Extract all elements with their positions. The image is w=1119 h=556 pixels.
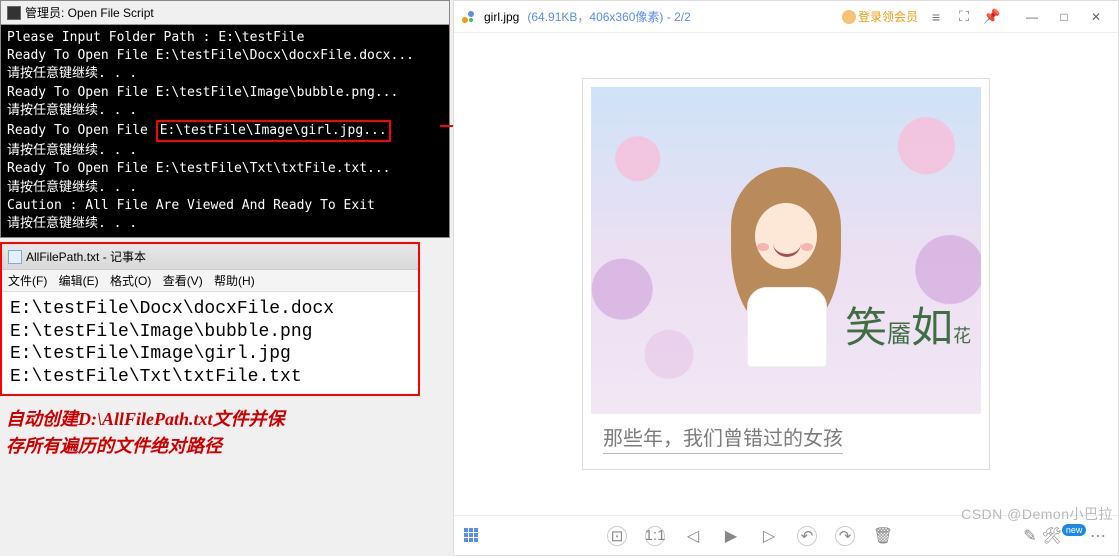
viewer-titlebar: girl.jpg (64.91KB，406x360像素) - 2/2 登录领会员… <box>454 1 1118 33</box>
notepad-line: E:\testFile\Image\girl.jpg <box>10 343 410 366</box>
console-line: Ready To Open File E:\testFile\Txt\txtFi… <box>7 160 443 178</box>
notepad-line: E:\testFile\Txt\txtFile.txt <box>10 366 410 389</box>
cal-char: 笑 <box>845 306 887 352</box>
left-panel: 管理员: Open File Script Please Input Folde… <box>0 0 450 556</box>
play-button[interactable]: ▶ <box>721 526 741 546</box>
annotation-line2: 存所有遍历的文件绝对路径 <box>6 433 406 460</box>
user-icon <box>842 10 856 24</box>
console-line: 请按任意键继续. . . <box>7 179 443 197</box>
cal-char: 如 <box>911 306 953 352</box>
login-button[interactable]: 登录领会员 <box>842 8 918 25</box>
maximize-button[interactable]: □ <box>1048 5 1080 29</box>
caption-text: 那些年，我们曾错过的女孩 <box>603 422 843 454</box>
annotation-text: 自动创建D:\AllFilePath.txt文件并保 存所有遍历的文件绝对路径 <box>6 406 406 460</box>
console-line: Caution : All File Are Viewed And Ready … <box>7 197 443 215</box>
viewer-meta: (64.91KB，406x360像素) - 2/2 <box>527 8 690 25</box>
next-button[interactable]: ▷ <box>759 526 779 546</box>
image-scene: 笑靥如花 <box>591 87 981 413</box>
console-line: Ready To Open File E:\testFile\Docx\docx… <box>7 47 443 65</box>
tools-icon[interactable]: 🛠new <box>1054 526 1074 546</box>
menu-edit[interactable]: 编辑(E) <box>59 274 99 288</box>
notepad-titlebar[interactable]: AllFilePath.txt - 记事本 <box>2 244 418 270</box>
image-viewer-window: girl.jpg (64.91KB，406x360像素) - 2/2 登录领会员… <box>453 0 1119 556</box>
close-button[interactable]: ✕ <box>1080 5 1112 29</box>
calligraphy-title: 笑靥如花 <box>845 294 971 355</box>
console-titlebar[interactable]: 管理员: Open File Script <box>1 1 449 25</box>
rotate-left-button[interactable]: ↶ <box>797 526 817 546</box>
notepad-menubar: 文件(F) 编辑(E) 格式(O) 查看(V) 帮助(H) <box>2 270 418 292</box>
cal-char: 靥 <box>887 322 911 348</box>
pin-icon[interactable]: 📌 <box>982 7 1002 27</box>
console-line: 请按任意键继续. . . <box>7 65 443 83</box>
actual-size-button[interactable]: 1:1 <box>645 526 665 546</box>
notepad-line: E:\testFile\Docx\docxFile.docx <box>10 298 410 321</box>
menu-file[interactable]: 文件(F) <box>8 274 47 288</box>
rotate-right-button[interactable]: ↷ <box>835 526 855 546</box>
fit-button[interactable]: ⊡ <box>607 526 627 546</box>
viewer-toolbar: ⊡ 1:1 ◁ ▶ ▷ ↶ ↷ 🗑 ✎ 🛠new ⋯ <box>454 515 1118 555</box>
prev-button[interactable]: ◁ <box>683 526 703 546</box>
viewer-logo-icon <box>460 9 476 25</box>
notepad-title: AllFilePath.txt - 记事本 <box>26 248 146 265</box>
notepad-icon <box>8 250 22 264</box>
viewer-body[interactable]: 笑靥如花 那些年，我们曾错过的女孩 <box>454 33 1118 515</box>
cmd-icon <box>7 6 21 20</box>
console-line: Please Input Folder Path : E:\testFile <box>7 29 443 47</box>
girl-illustration <box>711 167 861 357</box>
caption-band: 那些年，我们曾错过的女孩 <box>591 413 981 461</box>
window-controls: — □ ✕ <box>1016 5 1112 29</box>
highlighted-path: E:\testFile\Image\girl.jpg... <box>156 120 391 142</box>
console-window: 管理员: Open File Script Please Input Folde… <box>0 0 450 238</box>
login-label: 登录领会员 <box>858 8 918 25</box>
toolbar-center: ⊡ 1:1 ◁ ▶ ▷ ↶ ↷ 🗑 <box>607 526 893 546</box>
viewer-filename: girl.jpg <box>484 10 519 24</box>
console-body: Please Input Folder Path : E:\testFile R… <box>1 25 449 237</box>
delete-button[interactable]: 🗑 <box>873 526 893 546</box>
console-line-highlight: Ready To Open File E:\testFile\Image\gir… <box>7 120 443 142</box>
image-frame: 笑靥如花 那些年，我们曾错过的女孩 <box>583 79 989 469</box>
menu-icon[interactable]: ≡ <box>926 7 946 27</box>
console-line: 请按任意键继续. . . <box>7 142 443 160</box>
cal-char: 花 <box>953 326 971 346</box>
thumbnail-grid-icon[interactable] <box>464 528 480 544</box>
console-line: Ready To Open File E:\testFile\Image\bub… <box>7 84 443 102</box>
more-icon[interactable]: ⋯ <box>1088 526 1108 546</box>
notepad-body[interactable]: E:\testFile\Docx\docxFile.docx E:\testFi… <box>2 292 418 394</box>
notepad-line: E:\testFile\Image\bubble.png <box>10 321 410 344</box>
console-line: 请按任意键继续. . . <box>7 102 443 120</box>
console-title: 管理员: Open File Script <box>25 4 154 21</box>
menu-view[interactable]: 查看(V) <box>163 274 203 288</box>
fullscreen-icon[interactable]: ⛶ <box>954 7 974 27</box>
highlight-prefix: Ready To Open File <box>7 123 156 138</box>
edit-icon[interactable]: ✎ <box>1020 526 1040 546</box>
minimize-button[interactable]: — <box>1016 5 1048 29</box>
menu-format[interactable]: 格式(O) <box>110 274 151 288</box>
toolbar-left <box>464 528 480 544</box>
notepad-window: AllFilePath.txt - 记事本 文件(F) 编辑(E) 格式(O) … <box>0 242 420 396</box>
toolbar-right: ✎ 🛠new ⋯ <box>1020 526 1108 546</box>
annotation-line1: 自动创建D:\AllFilePath.txt文件并保 <box>6 406 406 433</box>
console-line: 请按任意键继续. . . <box>7 215 443 233</box>
new-badge: new <box>1062 524 1087 536</box>
menu-help[interactable]: 帮助(H) <box>214 274 255 288</box>
